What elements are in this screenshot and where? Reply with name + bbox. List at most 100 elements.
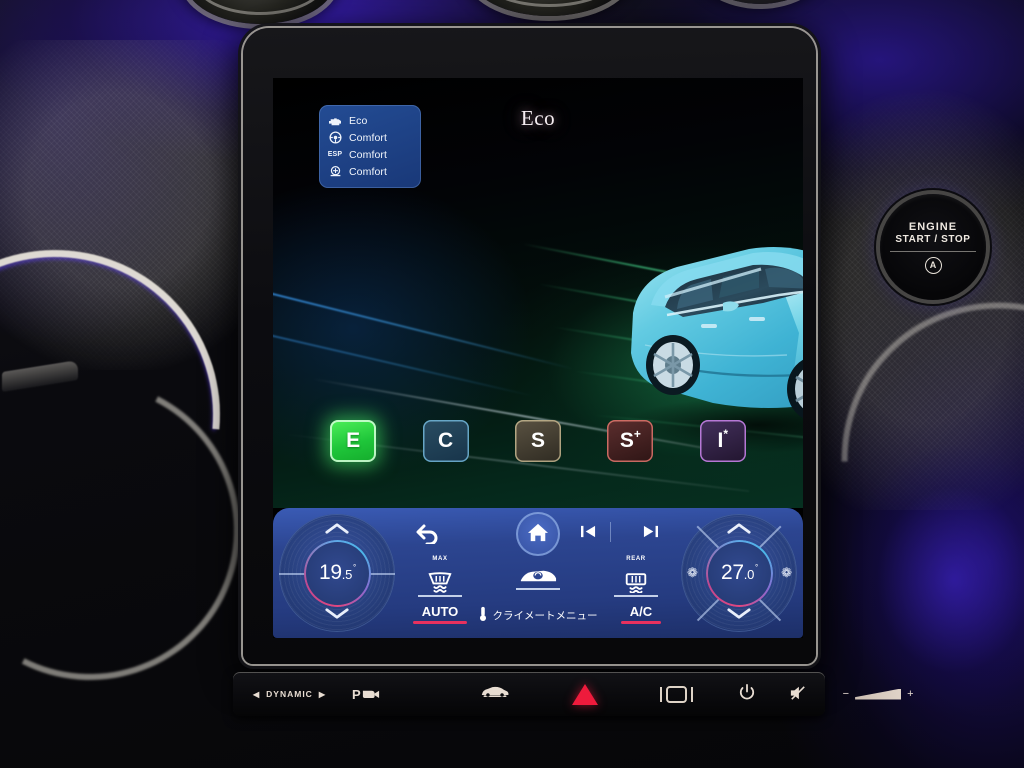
status-label-suspension: Comfort — [349, 165, 388, 178]
window-icon — [665, 685, 687, 703]
driver-temp-down-button[interactable] — [324, 607, 350, 625]
auto-active-underline — [413, 621, 467, 624]
driver-temperature-dial[interactable]: 19.5° — [279, 514, 395, 632]
dial-spoke — [369, 573, 395, 575]
suspension-icon — [327, 165, 343, 179]
dial-spoke — [696, 598, 720, 621]
dynamic-select-button[interactable]: ◀ DYNAMIC ▶ — [253, 689, 326, 699]
drive-mode-selector[interactable]: E C S S + I * — [273, 408, 803, 474]
auto-button[interactable]: AUTO — [413, 604, 467, 624]
window-left-bar-icon — [659, 686, 662, 702]
dynamic-label: DYNAMIC — [266, 689, 313, 699]
fan-speed-increase-icon[interactable]: ❁ — [781, 565, 792, 581]
nav-divider — [610, 522, 611, 542]
front-defrost-button[interactable]: MAX — [407, 556, 473, 597]
drive-mode-button-individual[interactable]: I * — [699, 420, 746, 462]
passenger-temp-up-button[interactable] — [726, 522, 752, 540]
driver-temp-up-button[interactable] — [324, 522, 350, 540]
power-button[interactable] — [739, 684, 755, 704]
status-label-steering: Comfort — [349, 131, 388, 144]
passenger-temp-down-button[interactable] — [726, 607, 752, 625]
engine-label-line1: ENGINE — [908, 220, 958, 233]
drive-mode-button-sport-plus[interactable]: S + — [607, 420, 654, 462]
thermometer-icon — [479, 606, 488, 625]
volume-plus-label[interactable]: + — [907, 688, 913, 700]
page-title: Eco — [520, 106, 556, 130]
engine-label-line2: START / STOP — [895, 233, 971, 245]
air-vent-right[interactable] — [470, 0, 628, 16]
dial-spoke — [279, 573, 305, 575]
climate-menu-label: クライメートメニュー — [492, 610, 598, 622]
camera-icon — [362, 687, 380, 702]
front-defrost-icon — [407, 563, 473, 593]
driver-temp-readout[interactable]: 19.5° — [303, 539, 371, 607]
passenger-temp-ring-indicator — [705, 539, 773, 607]
air-recirculation-underline — [516, 588, 560, 590]
air-vent-far-right[interactable] — [700, 0, 820, 4]
park-camera-button[interactable]: P — [352, 687, 380, 702]
driver-temp-degree: ° — [353, 563, 356, 572]
status-row-esp: ESP Comfort — [327, 146, 413, 163]
dial-spoke — [758, 525, 782, 548]
ambient-glow-right — [834, 420, 1024, 720]
engine-button-divider — [890, 250, 976, 252]
rear-defrost-underline — [614, 595, 658, 597]
air-vent-left[interactable] — [185, 0, 335, 24]
mute-icon — [789, 685, 807, 704]
passenger-temperature-dial[interactable]: ❁ ❁ 27.0° — [681, 514, 797, 632]
physical-button-bar[interactable]: ◀ DYNAMIC ▶ P − + — [233, 672, 914, 716]
park-label: P — [351, 686, 361, 702]
back-arrow-icon[interactable] — [415, 522, 441, 550]
volume-minus-label[interactable]: − — [843, 688, 849, 700]
home-icon — [527, 522, 549, 547]
drive-mode-sup-individual: * — [723, 427, 728, 442]
status-row-steering: Comfort — [327, 129, 413, 146]
dynamic-left-arrow-icon[interactable]: ◀ — [253, 690, 260, 699]
drive-mode-button-comfort[interactable]: C — [422, 420, 469, 462]
center-touchscreen-display[interactable]: Eco Comfort ESP Comfort Comfort Eco E C … — [273, 78, 803, 638]
dynamic-right-arrow-icon[interactable]: ▶ — [319, 690, 326, 699]
passenger-temp-readout[interactable]: 27.0° — [705, 539, 773, 607]
volume-control[interactable]: − + — [843, 688, 914, 700]
rear-defrost-icon — [603, 563, 669, 593]
rear-defrost-button[interactable]: REAR — [603, 556, 669, 597]
previous-track-icon[interactable] — [580, 524, 597, 543]
home-button[interactable] — [516, 512, 560, 556]
window-right-bar-icon — [690, 686, 693, 702]
rear-window-button[interactable] — [659, 685, 693, 703]
steering-wheel-icon — [327, 131, 343, 145]
vent-ring-icon — [194, 0, 326, 15]
front-defrost-tag: MAX — [432, 556, 448, 562]
driver-temp-ring-indicator — [303, 539, 371, 607]
vent-ring-icon — [479, 0, 619, 7]
vehicle-icon — [480, 684, 510, 704]
mute-button[interactable] — [789, 685, 807, 704]
hazard-lights-button[interactable] — [571, 683, 598, 705]
fan-speed-decrease-icon[interactable]: ❁ — [687, 565, 698, 581]
eco-start-stop-icon: A — [924, 256, 942, 274]
drive-mode-label-sport-plus: S — [619, 429, 634, 452]
ac-label: A/C — [629, 604, 653, 619]
climate-control-bar[interactable]: 19.5° — [273, 508, 803, 638]
status-row-suspension: Comfort — [327, 163, 413, 180]
volume-slider-icon[interactable] — [855, 688, 902, 700]
auto-label: AUTO — [421, 604, 459, 619]
drive-mode-button-eco[interactable]: E — [330, 420, 377, 462]
vehicle-cabin-background: Eco Comfort ESP Comfort Comfort Eco E C … — [0, 0, 1024, 768]
climate-menu-button[interactable]: クライメートメニュー — [479, 606, 598, 625]
ac-button[interactable]: A/C — [621, 604, 661, 624]
vehicle-settings-button[interactable] — [480, 684, 510, 704]
navigation-row — [401, 512, 675, 556]
engine-start-stop-button[interactable]: ENGINE START / STOP A — [880, 194, 986, 300]
air-recirculation-button[interactable] — [505, 556, 571, 590]
ac-active-underline — [621, 621, 661, 624]
air-recirculation-icon — [505, 556, 571, 586]
drive-mode-button-sport[interactable]: S — [514, 420, 561, 462]
next-track-icon[interactable] — [642, 524, 659, 543]
climate-center-cluster: MAX REAR AUTO A/C クライメートメニュー — [401, 508, 675, 638]
rear-defrost-tag: REAR — [626, 556, 646, 562]
front-defrost-underline — [418, 595, 462, 597]
drive-mode-label-eco: E — [346, 429, 361, 452]
status-label-esp: Comfort — [349, 148, 388, 161]
power-icon — [739, 684, 755, 704]
